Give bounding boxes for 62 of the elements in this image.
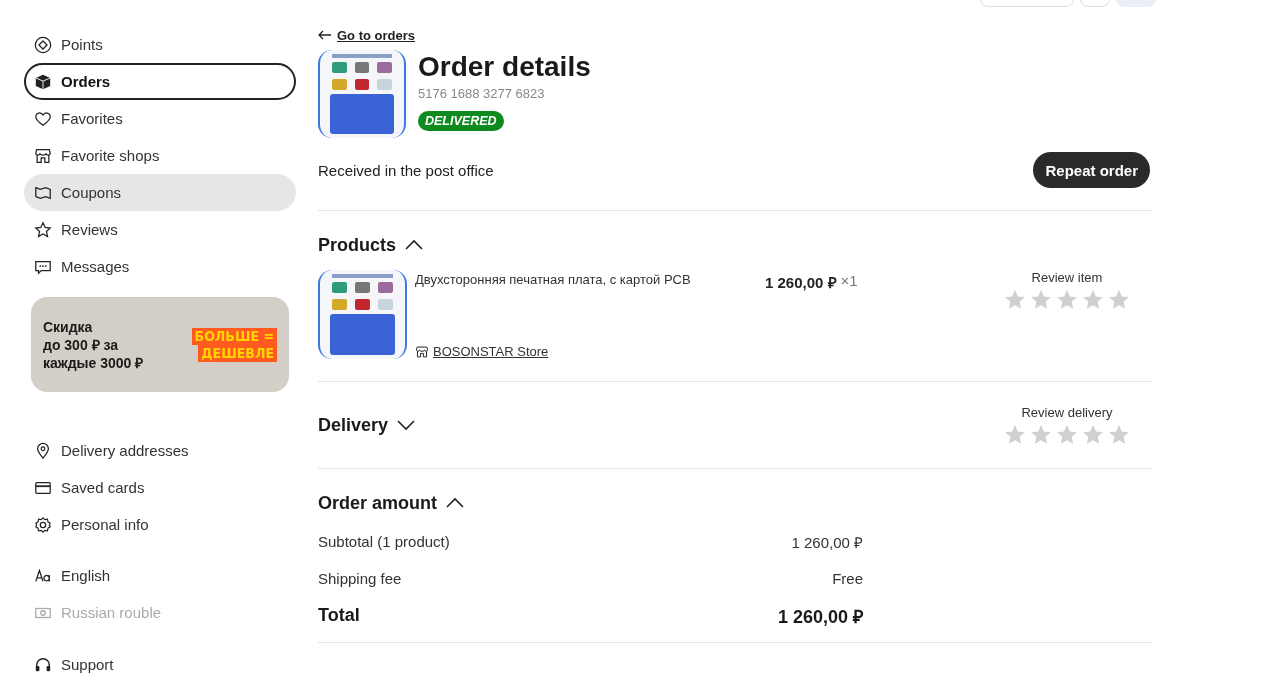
store-link[interactable]: BOSONSTAR Store bbox=[433, 344, 549, 359]
points-icon bbox=[34, 35, 52, 54]
star-icon[interactable] bbox=[1030, 423, 1052, 446]
sidebar-item[interactable]: Saved cards bbox=[24, 469, 296, 506]
status-badge: DELIVERED bbox=[418, 111, 504, 131]
section-toggle[interactable]: Delivery bbox=[318, 414, 417, 436]
amount-label: Shipping fee bbox=[318, 569, 403, 589]
product-quantity: ×1 bbox=[840, 272, 858, 291]
review-label: Review item bbox=[1031, 270, 1103, 285]
shop-icon bbox=[415, 344, 429, 359]
review-label: Review delivery bbox=[1021, 404, 1113, 420]
star-icon[interactable] bbox=[1082, 289, 1104, 311]
sidebar-item[interactable]: Support bbox=[24, 646, 296, 683]
location-pin-icon bbox=[34, 441, 52, 460]
order-number: 5176 1688 3277 6823 bbox=[418, 86, 545, 101]
total-value: 1 260,00 ₽ bbox=[777, 605, 863, 628]
promo-text: Скидка до 300 ₽ за каждые 3000 ₽ bbox=[43, 317, 144, 372]
amount-label: Subtotal (1 product) bbox=[318, 532, 451, 552]
repeat-order-button[interactable]: Repeat order bbox=[1033, 152, 1150, 188]
star-icon[interactable] bbox=[1030, 289, 1052, 311]
star-icon[interactable] bbox=[1004, 289, 1026, 311]
section-toggle[interactable]: Order amount bbox=[318, 491, 1152, 515]
star-icon bbox=[34, 220, 52, 239]
product-price: 1 260,00 ₽ bbox=[765, 273, 837, 293]
sidebar-item[interactable]: Delivery addresses bbox=[24, 432, 296, 469]
sidebar-item[interactable]: Points bbox=[24, 26, 296, 63]
star-icon[interactable] bbox=[1108, 289, 1130, 311]
sidebar-item[interactable]: Coupons bbox=[24, 174, 296, 211]
star-icon[interactable] bbox=[1082, 423, 1104, 446]
shop-icon bbox=[34, 146, 52, 165]
star-rating[interactable] bbox=[1004, 289, 1130, 311]
amount-value: 1 260,00 ₽ bbox=[791, 532, 863, 552]
status-text: Received in the post office bbox=[318, 161, 494, 179]
headphones-icon bbox=[34, 655, 52, 674]
section-toggle[interactable]: Products bbox=[318, 233, 1152, 257]
star-icon[interactable] bbox=[1004, 423, 1026, 446]
sidebar-item[interactable]: Favorites bbox=[24, 100, 296, 137]
caret-icon bbox=[396, 419, 417, 431]
font-icon bbox=[34, 566, 52, 585]
box-icon bbox=[34, 72, 52, 91]
star-rating[interactable] bbox=[1004, 423, 1130, 446]
sidebar-item[interactable]: Favorite shops bbox=[24, 137, 296, 174]
promo-sticker: БОЛЬШЕ = ДЕШЕВЛЕ bbox=[191, 327, 277, 362]
promo-banner[interactable]: Скидка до 300 ₽ за каждые 3000 ₽ БОЛЬШЕ = ДЕШЕВЛЕ bbox=[31, 297, 289, 392]
sidebar-item[interactable]: Orders bbox=[24, 63, 296, 100]
star-icon[interactable] bbox=[1108, 423, 1130, 446]
total-label: Total bbox=[318, 604, 361, 627]
heart-icon bbox=[34, 109, 52, 128]
page-title: Order details bbox=[418, 50, 591, 84]
back-link[interactable]: Go to orders bbox=[337, 27, 415, 43]
caret-icon bbox=[445, 497, 465, 509]
sidebar-item[interactable]: Messages bbox=[24, 248, 296, 285]
caret-icon bbox=[404, 239, 424, 251]
sidebar-item[interactable]: Reviews bbox=[24, 211, 296, 248]
settings-icon bbox=[34, 515, 52, 534]
star-icon[interactable] bbox=[1056, 289, 1078, 311]
amount-value: Free bbox=[832, 570, 863, 587]
star-icon[interactable] bbox=[1056, 423, 1078, 446]
sidebar-item[interactable]: English bbox=[24, 557, 296, 594]
back-arrow-icon bbox=[318, 30, 332, 40]
product-name[interactable]: Двухсторонняя печатная плата, с картой PCB bbox=[407, 270, 755, 287]
sidebar-item[interactable]: Personal info bbox=[24, 506, 296, 543]
